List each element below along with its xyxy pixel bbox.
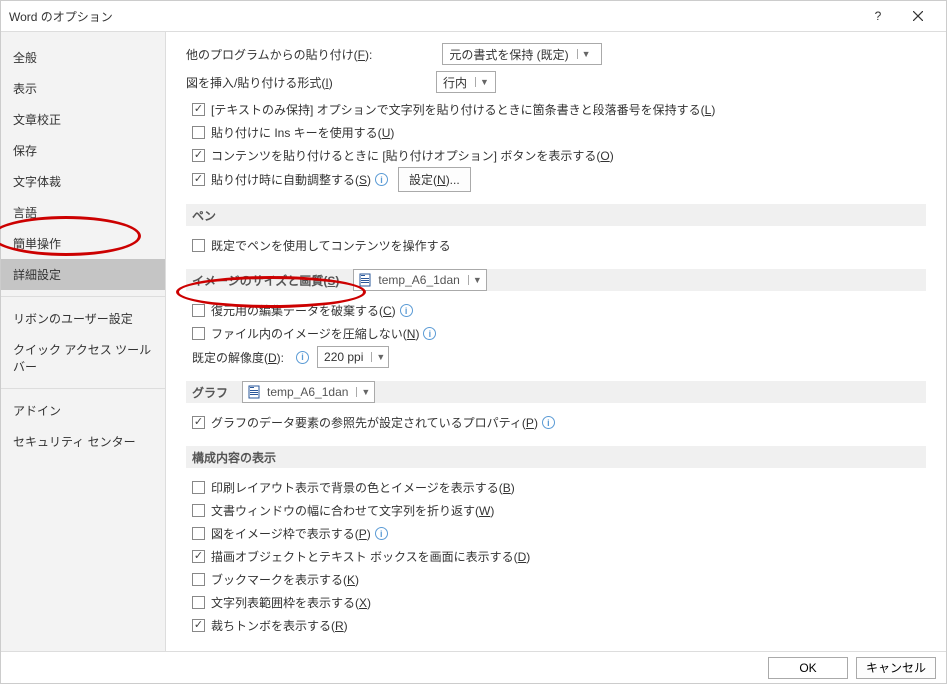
show-drawings-label: 描画オブジェクトとテキスト ボックスを画面に表示する(D) [211,548,530,565]
show-crop-marks-label: 裁ちトンボを表示する(R) [211,617,348,634]
sidebar-item[interactable]: セキュリティ センター [1,426,165,457]
info-icon[interactable]: i [542,416,555,429]
no-compress-checkbox[interactable] [192,327,205,340]
titlebar: Word のオプション ? [1,1,946,31]
graph-section-header: グラフ temp_A6_1dan▼ [186,381,926,403]
wrap-text-checkbox[interactable] [192,504,205,517]
default-resolution-label: 既定の解像度(D): [192,349,284,366]
discard-edit-data-label: 復元用の編集データを破棄する(C) [211,302,396,319]
sidebar-item[interactable]: 言語 [1,197,165,228]
graph-doc-dropdown[interactable]: temp_A6_1dan▼ [242,381,375,403]
no-compress-label: ファイル内のイメージを圧縮しない(N) [211,325,419,342]
other-program-paste-dropdown[interactable]: 元の書式を保持 (既定)▼ [442,43,602,65]
sidebar-item[interactable]: 文字体裁 [1,166,165,197]
image-placeholder-label: 図をイメージ枠で表示する(P) [211,525,371,542]
chevron-down-icon: ▼ [468,275,482,285]
ins-key-paste-label: 貼り付けに Ins キーを使用する(U) [211,124,394,141]
image-doc-dropdown[interactable]: temp_A6_1dan▼ [353,269,486,291]
show-bookmarks-checkbox[interactable] [192,573,205,586]
graph-property-label: グラフのデータ要素の参照先が設定されているプロパティ(P) [211,414,538,431]
content-panel: 他のプログラムからの貼り付け(F): 元の書式を保持 (既定)▼ 図を挿入/貼り… [166,32,946,651]
other-program-paste-label: 他のプログラムからの貼り付け(F): [186,46,372,63]
sidebar-item[interactable]: 表示 [1,73,165,104]
show-paste-options-label: コンテンツを貼り付けるときに [貼り付けオプション] ボタンを表示する(O) [211,147,614,164]
insert-paste-format-label: 図を挿入/貼り付ける形式(I) [186,74,366,91]
show-bg-label: 印刷レイアウト表示で背景の色とイメージを表示する(B) [211,479,515,496]
default-resolution-dropdown[interactable]: 220 ppi▼ [317,346,389,368]
display-section-header: 構成内容の表示 [186,446,926,468]
show-bg-checkbox[interactable] [192,481,205,494]
sidebar-item[interactable]: 文章校正 [1,104,165,135]
show-crop-marks-checkbox[interactable] [192,619,205,632]
show-drawings-checkbox[interactable] [192,550,205,563]
info-icon[interactable]: i [423,327,436,340]
chevron-down-icon: ▼ [371,352,385,362]
sidebar-item[interactable]: アドイン [1,395,165,426]
image-placeholder-checkbox[interactable] [192,527,205,540]
paste-settings-button[interactable]: 設定(N)... [398,167,471,192]
keep-bullets-label: [テキストのみ保持] オプションで文字列を貼り付けるときに箇条書きと段落番号を保… [211,101,715,118]
document-icon [358,273,372,287]
sidebar-item[interactable]: 簡単操作 [1,228,165,259]
cancel-button[interactable]: キャンセル [856,657,936,679]
document-icon [247,385,261,399]
help-button[interactable]: ? [858,1,898,31]
info-icon[interactable]: i [375,173,388,186]
show-paste-options-checkbox[interactable] [192,149,205,162]
wrap-text-label: 文書ウィンドウの幅に合わせて文字列を折り返す(W) [211,502,494,519]
pen-default-label: 既定でペンを使用してコンテンツを操作する [211,237,451,254]
sidebar-item[interactable]: 保存 [1,135,165,166]
pen-section-header: ペン [186,204,926,226]
sidebar-item[interactable]: 詳細設定 [1,259,165,290]
window-title: Word のオプション [9,8,858,25]
ins-key-paste-checkbox[interactable] [192,126,205,139]
show-bookmarks-label: ブックマークを表示する(K) [211,571,359,588]
graph-property-checkbox[interactable] [192,416,205,429]
image-section-header: イメージのサイズと画質(S) temp_A6_1dan▼ [186,269,926,291]
show-text-boundaries-label: 文字列表範囲枠を表示する(X) [211,594,371,611]
chevron-down-icon: ▼ [475,77,489,87]
auto-adjust-paste-checkbox[interactable] [192,173,205,186]
sidebar-item[interactable]: 全般 [1,42,165,73]
pen-default-checkbox[interactable] [192,239,205,252]
footer: OK キャンセル [1,651,946,683]
info-icon[interactable]: i [296,351,309,364]
chevron-down-icon: ▼ [356,387,370,397]
info-icon[interactable]: i [375,527,388,540]
insert-paste-format-dropdown[interactable]: 行内▼ [436,71,496,93]
close-button[interactable] [898,1,938,31]
sidebar-item[interactable]: クイック アクセス ツール バー [1,334,165,382]
ok-button[interactable]: OK [768,657,848,679]
auto-adjust-paste-label: 貼り付け時に自動調整する(S) [211,171,371,188]
show-text-boundaries-checkbox[interactable] [192,596,205,609]
sidebar: 全般表示文章校正保存文字体裁言語簡単操作詳細設定リボンのユーザー設定クイック ア… [1,32,166,651]
info-icon[interactable]: i [400,304,413,317]
discard-edit-data-checkbox[interactable] [192,304,205,317]
chevron-down-icon: ▼ [577,49,591,59]
keep-bullets-checkbox[interactable] [192,103,205,116]
sidebar-item[interactable]: リボンのユーザー設定 [1,303,165,334]
